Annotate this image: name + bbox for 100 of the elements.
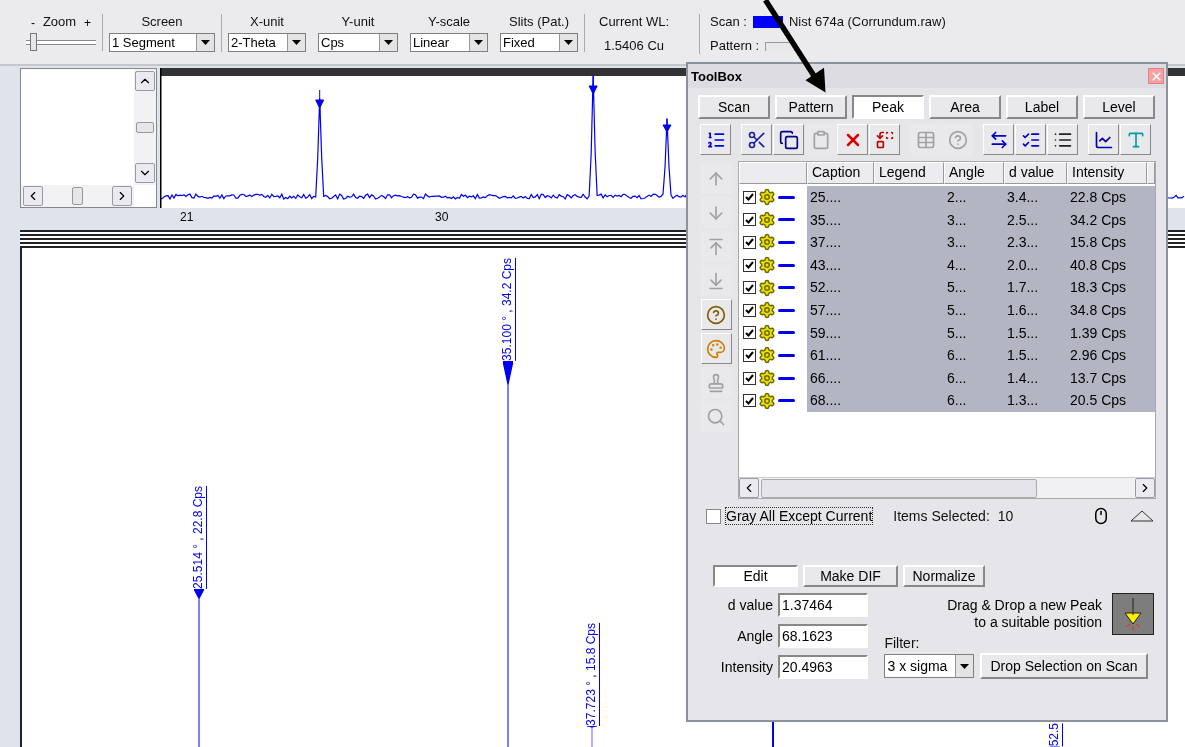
mode-button[interactable]: Make DIF	[803, 565, 898, 587]
column-header[interactable]: Caption	[807, 162, 874, 184]
tab[interactable]: Level	[1083, 95, 1155, 119]
mouse-icon	[1092, 507, 1110, 525]
field-label: Angle	[736, 628, 773, 644]
d-value-cell-text: 1.5...	[1006, 323, 1039, 343]
d-value-cell-text: 2.0...	[1006, 255, 1039, 275]
row-checkbox[interactable]	[743, 394, 756, 408]
row-checkbox[interactable]	[743, 190, 756, 204]
scroll-thumb[interactable]	[72, 187, 83, 205]
wavelength-label: Current WL:	[599, 14, 670, 30]
column-header[interactable]	[739, 162, 807, 184]
filter-select[interactable]: 3 x sigma	[884, 654, 975, 678]
caption-cell-text: 59....	[809, 323, 842, 343]
angle-cell-text: 6...	[946, 346, 967, 366]
items-selected-count: 10	[997, 508, 1014, 524]
line-chart-icon	[1093, 129, 1114, 150]
intensity-cell-text: 13.7 Cps	[1069, 368, 1127, 388]
scroll-thumb[interactable]	[136, 121, 154, 133]
dropdown-select[interactable]: 1 Segment	[109, 33, 215, 52]
intensity-cell-text: 22.8 Cps	[1069, 188, 1127, 207]
mode-button[interactable]: Edit	[713, 565, 798, 587]
row-checkbox[interactable]	[743, 348, 756, 362]
row-checkbox[interactable]	[743, 326, 756, 340]
row-checkbox[interactable]	[743, 213, 756, 227]
legend-line	[778, 399, 795, 403]
check-icon	[745, 328, 754, 337]
arrow-up-line-icon	[706, 236, 726, 257]
window-title: ToolBox	[691, 68, 743, 84]
scroll-thumb[interactable]	[761, 478, 1037, 498]
slider-thumb[interactable]	[29, 33, 37, 51]
tab[interactable]: Peak	[852, 95, 924, 119]
tab[interactable]: Pattern	[775, 95, 847, 119]
drop-selection-button[interactable]: Drop Selection on Scan	[980, 653, 1148, 679]
tool-button[interactable]	[741, 124, 772, 155]
row-checkbox[interactable]	[743, 236, 756, 249]
check-icon	[745, 374, 754, 383]
input-field[interactable]: 68.1623	[778, 624, 868, 648]
horizontal-scrollbar[interactable]	[739, 477, 1155, 498]
tool-button[interactable]	[773, 124, 804, 155]
tool-button[interactable]	[700, 124, 731, 155]
column-header[interactable]: Intensity	[1067, 162, 1147, 184]
tool-button[interactable]	[1047, 124, 1078, 155]
tool-button[interactable]	[983, 124, 1014, 155]
filter-label: Filter:	[884, 635, 921, 651]
legend-line	[778, 353, 795, 357]
row-checkbox[interactable]	[743, 258, 756, 272]
peak-label: 35.100 ° , 34.2 Cps	[500, 258, 516, 361]
input-field[interactable]: 20.4963	[778, 654, 868, 679]
close-button[interactable]	[1148, 68, 1164, 84]
check-icon	[745, 238, 754, 247]
new-peak-button[interactable]	[1112, 593, 1154, 635]
scroll-left-button[interactable]	[23, 186, 43, 206]
dropdown-select[interactable]: 2-Theta	[228, 33, 306, 52]
intensity-cell-text: 1.39 Cps	[1069, 323, 1127, 343]
column-header[interactable]: d value	[1004, 162, 1067, 184]
caption-cell-text: 35....	[809, 210, 842, 230]
gear-icon	[758, 323, 776, 342]
scroll-up-button[interactable]	[135, 71, 155, 91]
peak-label: 25.514 ° , 22.8 Cps	[191, 486, 207, 589]
horizontal-scrollbar[interactable]	[21, 185, 134, 207]
dropdown-select[interactable]: Fixed	[500, 33, 578, 52]
input-field[interactable]: 1.37464	[778, 593, 868, 618]
row-checkbox[interactable]	[743, 371, 756, 385]
d-value-cell-text: 1.7...	[1006, 278, 1039, 298]
dropdown-select[interactable]: Cps	[318, 33, 398, 52]
scroll-right-button[interactable]	[1135, 478, 1155, 498]
tool-button[interactable]	[1015, 124, 1046, 155]
scissors-icon	[746, 129, 767, 150]
tool-button[interactable]	[1088, 124, 1119, 155]
tool-button[interactable]	[869, 124, 900, 155]
dropdown-select[interactable]: Linear	[410, 33, 488, 52]
row-checkbox[interactable]	[743, 281, 756, 295]
zoom-minus-label: -	[30, 16, 35, 30]
vertical-scrollbar[interactable]	[134, 69, 156, 185]
column-header[interactable]	[1147, 162, 1155, 184]
scroll-down-button[interactable]	[135, 163, 155, 183]
caption-cell-text: 68....	[809, 391, 842, 411]
pattern-button[interactable]	[765, 41, 796, 51]
row-checkbox[interactable]	[743, 303, 756, 317]
scan-name: Nist 674a (Corrundum.raw)	[788, 14, 946, 30]
scroll-left-button[interactable]	[739, 478, 759, 498]
select-label: Y-unit	[341, 14, 375, 30]
zoom-label: Zoom	[42, 14, 77, 30]
mode-button[interactable]: Normalize	[903, 565, 985, 587]
column-header[interactable]: Angle	[944, 162, 1004, 184]
check-icon	[745, 193, 754, 202]
gear-icon	[758, 369, 776, 388]
intensity-cell-text: 20.5 Cps	[1069, 391, 1127, 411]
tab[interactable]: Label	[1006, 95, 1078, 119]
scroll-right-button[interactable]	[112, 186, 132, 206]
tab[interactable]: Scan	[698, 95, 770, 119]
angle-cell-text: 5...	[946, 323, 967, 343]
tab[interactable]: Area	[929, 95, 1001, 119]
gear-icon	[758, 278, 776, 297]
column-header[interactable]: Legend	[874, 162, 944, 184]
arrow-down-icon	[1122, 597, 1144, 631]
palette-icon	[706, 338, 726, 359]
zoom-plus-label: +	[84, 16, 92, 30]
peak-label: 37.723 ° , 15.8 Cps	[584, 623, 600, 726]
